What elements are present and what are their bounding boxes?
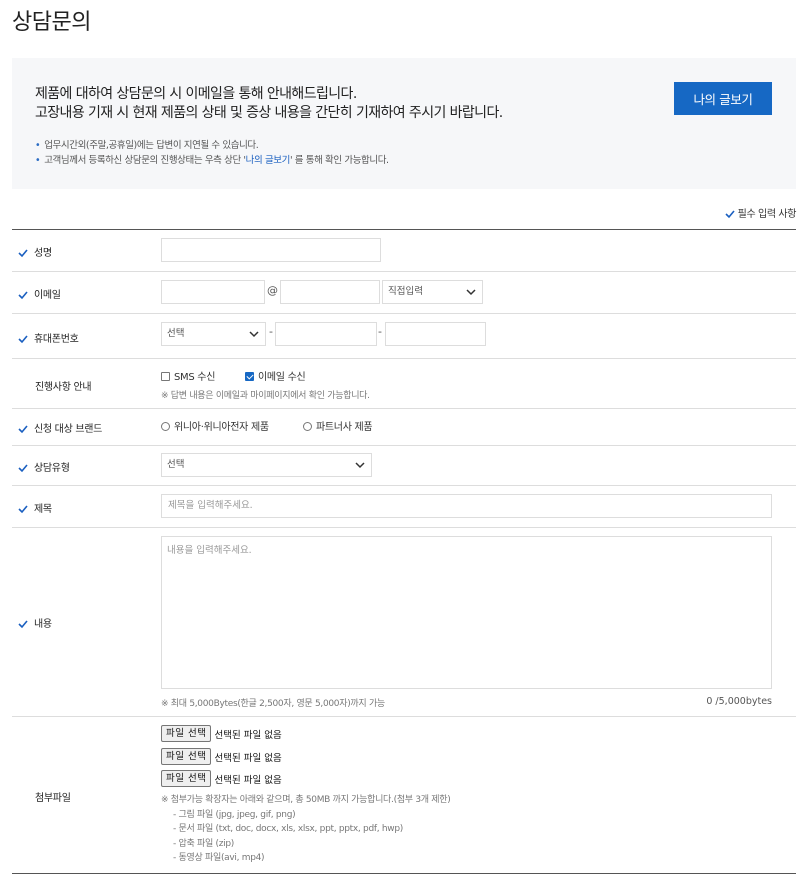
progress-label: 진행사항 안내 (35, 382, 92, 393)
notice-bullet-1: • 업무시간외(주말,공휴일)에는 답변이 지연될 수 있습니다. (35, 140, 259, 151)
content-textarea[interactable]: 내용을 입력해주세요. (161, 536, 772, 689)
chevron-down-icon (249, 331, 259, 338)
row-phone: 휴대폰번호 선택 - - (12, 314, 796, 359)
radio-button[interactable] (161, 421, 170, 431)
email-checkbox[interactable]: 이메일 수신 (245, 368, 306, 383)
email-id-input[interactable] (161, 280, 265, 304)
progress-hint: ※ 답변 내용은 이메일과 마이페이지에서 확인 가능합니다. (161, 391, 370, 401)
row-email: 이메일 @ 직접입력 (12, 272, 796, 314)
file-input-3: 파일 선택 선택된 파일 없음 (161, 770, 282, 788)
file-select-button-3[interactable]: 파일 선택 (161, 770, 212, 787)
notice-bullet-2: • 고객님께서 등록하신 상담문의 진행상태는 우측 상단 '나의 글보기' 를 … (35, 155, 389, 166)
attachment-guide-zip: - 압축 파일 (zip) (173, 838, 235, 849)
brand-radio-partner[interactable]: 파트너사 제품 (303, 418, 373, 433)
subject-label: 제목 (18, 500, 52, 515)
check-icon (18, 334, 28, 344)
email-domain-select[interactable]: 직접입력 (382, 280, 483, 304)
row-subject: 제목 제목을 입력해주세요. (12, 486, 796, 528)
row-type: 상담유형 선택 (12, 446, 796, 486)
check-icon (725, 209, 735, 219)
file-status-1: 선택된 파일 없음 (214, 729, 282, 741)
content-limit-hint: ※ 최대 5,000Bytes(한글 2,500자, 영문 5,000자)까지 … (161, 699, 385, 709)
file-input-2: 파일 선택 선택된 파일 없음 (161, 748, 282, 766)
name-input[interactable] (161, 238, 381, 262)
email-domain-input[interactable] (280, 280, 380, 304)
row-name: 성명 (12, 230, 796, 272)
content-byte-counter: 0 /5,000bytes (706, 696, 772, 707)
check-icon (18, 504, 28, 514)
check-icon (18, 248, 28, 258)
phone-dash-1: - (269, 325, 273, 338)
file-status-2: 선택된 파일 없음 (214, 752, 282, 764)
phone-label: 휴대폰번호 (18, 330, 79, 345)
phone-last-input[interactable] (385, 322, 486, 346)
file-status-3: 선택된 파일 없음 (214, 774, 282, 786)
my-posts-link[interactable]: 나의 글보기 (246, 155, 291, 166)
attachment-guide-video: - 동영상 파일(avi, mp4) (173, 853, 265, 863)
type-select[interactable]: 선택 (161, 453, 372, 477)
attachment-guide: ※ 첨부가능 확장자는 아래와 같으며, 총 50MB 까지 가능합니다.(첨부… (161, 793, 451, 866)
attachment-label: 첨부파일 (35, 793, 71, 804)
file-input-1: 파일 선택 선택된 파일 없음 (161, 725, 282, 743)
brand-label: 신청 대상 브랜드 (18, 420, 102, 435)
phone-dash-2: - (378, 325, 382, 338)
chevron-down-icon (355, 462, 365, 469)
email-at-sign: @ (267, 284, 278, 297)
attachment-guide-main: ※ 첨부가능 확장자는 아래와 같으며, 총 50MB 까지 가능합니다.(첨부… (161, 795, 451, 805)
subject-input[interactable]: 제목을 입력해주세요. (161, 494, 772, 518)
file-select-button-1[interactable]: 파일 선택 (161, 725, 212, 742)
sms-checkbox[interactable]: SMS 수신 (161, 368, 215, 383)
phone-prefix-select[interactable]: 선택 (161, 322, 266, 346)
phone-middle-input[interactable] (275, 322, 377, 346)
notice-box: 제품에 대하여 상담문의 시 이메일을 통해 안내해드립니다. 고장내용 기재 … (12, 58, 796, 189)
notice-line-1: 제품에 대하여 상담문의 시 이메일을 통해 안내해드립니다. (35, 86, 357, 102)
attachment-guide-image: - 그림 파일 (jpg, jpeg, gif, png) (173, 809, 296, 820)
check-icon (18, 290, 28, 300)
page-title: 상담문의 (12, 10, 91, 35)
file-select-button-2[interactable]: 파일 선택 (161, 748, 212, 765)
my-posts-button[interactable]: 나의 글보기 (674, 82, 772, 115)
chevron-down-icon (466, 289, 476, 296)
row-progress: 진행사항 안내 SMS 수신 이메일 수신 ※ 답변 내용은 이메일과 마이페이… (12, 359, 796, 409)
check-icon (18, 463, 28, 473)
email-label: 이메일 (18, 286, 61, 301)
email-checkbox-box[interactable] (245, 371, 254, 381)
check-icon (18, 619, 28, 629)
name-label: 성명 (18, 244, 52, 259)
check-icon (18, 424, 28, 434)
row-brand: 신청 대상 브랜드 위니아·위니아전자 제품 파트너사 제품 (12, 409, 796, 446)
type-label: 상담유형 (18, 459, 70, 474)
row-content: 내용 내용을 입력해주세요. ※ 최대 5,000Bytes(한글 2,500자… (12, 528, 796, 717)
brand-radio-winia[interactable]: 위니아·위니아전자 제품 (161, 418, 269, 433)
content-label: 내용 (18, 615, 52, 630)
notice-line-2: 고장내용 기재 시 현재 제품의 상태 및 증상 내용을 간단히 기재하여 주시… (35, 105, 503, 121)
sms-checkbox-box[interactable] (161, 371, 170, 381)
radio-button[interactable] (303, 421, 312, 431)
required-note: 필수 입력 사항 (725, 205, 796, 220)
attachment-guide-doc: - 문서 파일 (txt, doc, docx, xls, xlsx, ppt,… (173, 824, 403, 834)
